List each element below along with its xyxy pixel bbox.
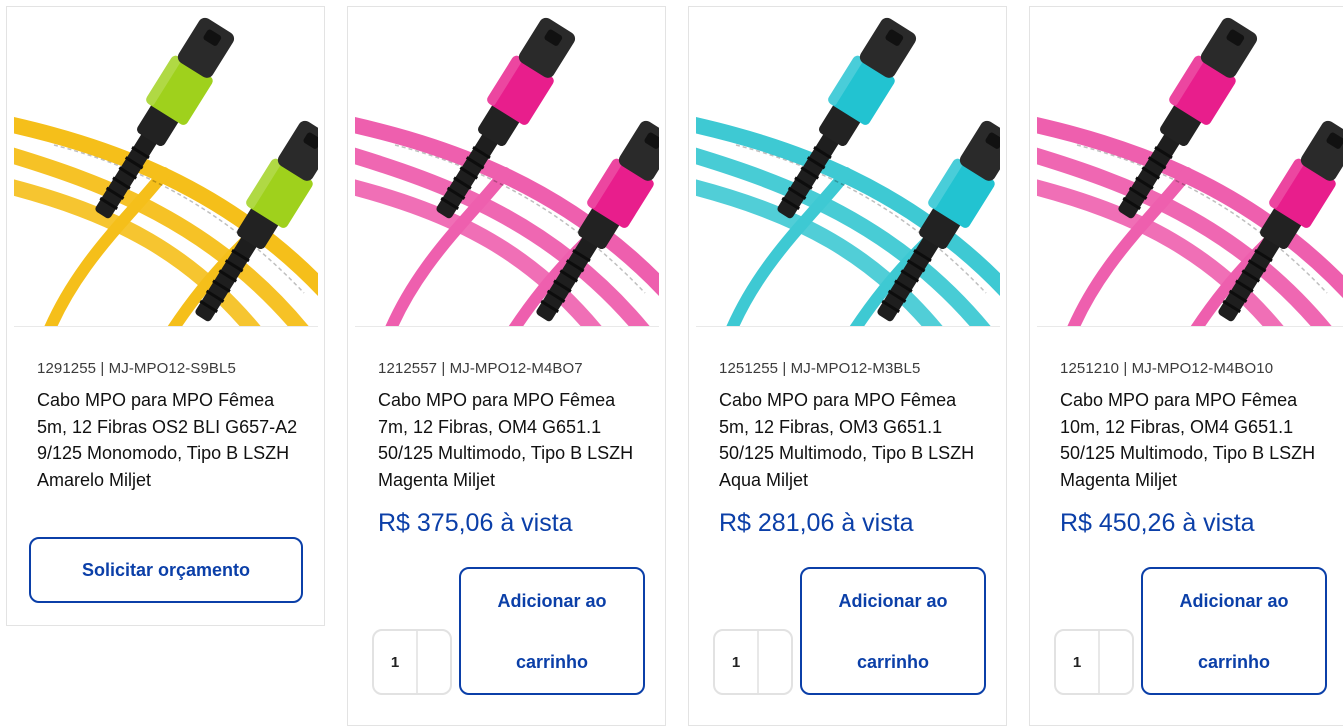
quantity-input[interactable]: 1 [715, 631, 759, 693]
quantity-input[interactable]: 1 [1056, 631, 1100, 693]
add-to-cart-label-line2: carrinho [515, 652, 589, 672]
product-image[interactable] [696, 13, 1000, 327]
add-to-cart-label-line1: Adicionar ao [497, 591, 607, 611]
product-image[interactable] [355, 13, 659, 327]
request-quote-button[interactable]: Solicitar orçamento [29, 537, 303, 603]
add-to-cart-button[interactable]: Adicionar ao carrinho [459, 567, 645, 695]
product-title[interactable]: Cabo MPO para MPO Fêmea 7m, 12 Fibras, O… [378, 387, 640, 493]
quantity-stepper-buttons[interactable] [1100, 631, 1132, 693]
quantity-stepper[interactable]: 1 [713, 629, 793, 695]
product-title[interactable]: Cabo MPO para MPO Fêmea 5m, 12 Fibras, O… [719, 387, 981, 493]
mpo-cable-magenta-image [355, 17, 659, 326]
product-sku: 1291255 | MJ-MPO12-S9BL5 [37, 360, 236, 377]
product-card: 1251255 | MJ-MPO12-M3BL5 Cabo MPO para M… [688, 6, 1007, 726]
quantity-stepper[interactable]: 1 [372, 629, 452, 695]
add-to-cart-label-line2: carrinho [1197, 652, 1271, 672]
product-price: R$ 375,06 à vista [378, 509, 573, 537]
mpo-cable-yellow-image [14, 17, 318, 326]
mpo-cable-aqua-image [696, 17, 1000, 326]
add-to-cart-button[interactable]: Adicionar ao carrinho [1141, 567, 1327, 695]
product-card: 1251210 | MJ-MPO12-M4BO10 Cabo MPO para … [1029, 6, 1343, 726]
add-to-cart-label-line2: carrinho [856, 652, 930, 672]
quantity-stepper[interactable]: 1 [1054, 629, 1134, 695]
product-image[interactable] [14, 13, 318, 327]
product-price: R$ 281,06 à vista [719, 509, 914, 537]
product-card: 1212557 | MJ-MPO12-M4BO7 Cabo MPO para M… [347, 6, 666, 726]
add-to-cart-label-line1: Adicionar ao [838, 591, 948, 611]
product-card: 1291255 | MJ-MPO12-S9BL5 Cabo MPO para M… [6, 6, 325, 626]
add-to-cart-label-line1: Adicionar ao [1179, 591, 1289, 611]
product-image[interactable] [1037, 13, 1343, 327]
quantity-stepper-buttons[interactable] [759, 631, 791, 693]
product-sku: 1251255 | MJ-MPO12-M3BL5 [719, 360, 921, 377]
product-title[interactable]: Cabo MPO para MPO Fêmea 10m, 12 Fibras, … [1060, 387, 1322, 493]
product-sku: 1251210 | MJ-MPO12-M4BO10 [1060, 360, 1274, 377]
product-price: R$ 450,26 à vista [1060, 509, 1255, 537]
quantity-stepper-buttons[interactable] [418, 631, 450, 693]
mpo-cable-magenta-image [1037, 17, 1343, 326]
quantity-input[interactable]: 1 [374, 631, 418, 693]
product-sku: 1212557 | MJ-MPO12-M4BO7 [378, 360, 583, 377]
add-to-cart-button[interactable]: Adicionar ao carrinho [800, 567, 986, 695]
product-title[interactable]: Cabo MPO para MPO Fêmea 5m, 12 Fibras OS… [37, 387, 299, 493]
